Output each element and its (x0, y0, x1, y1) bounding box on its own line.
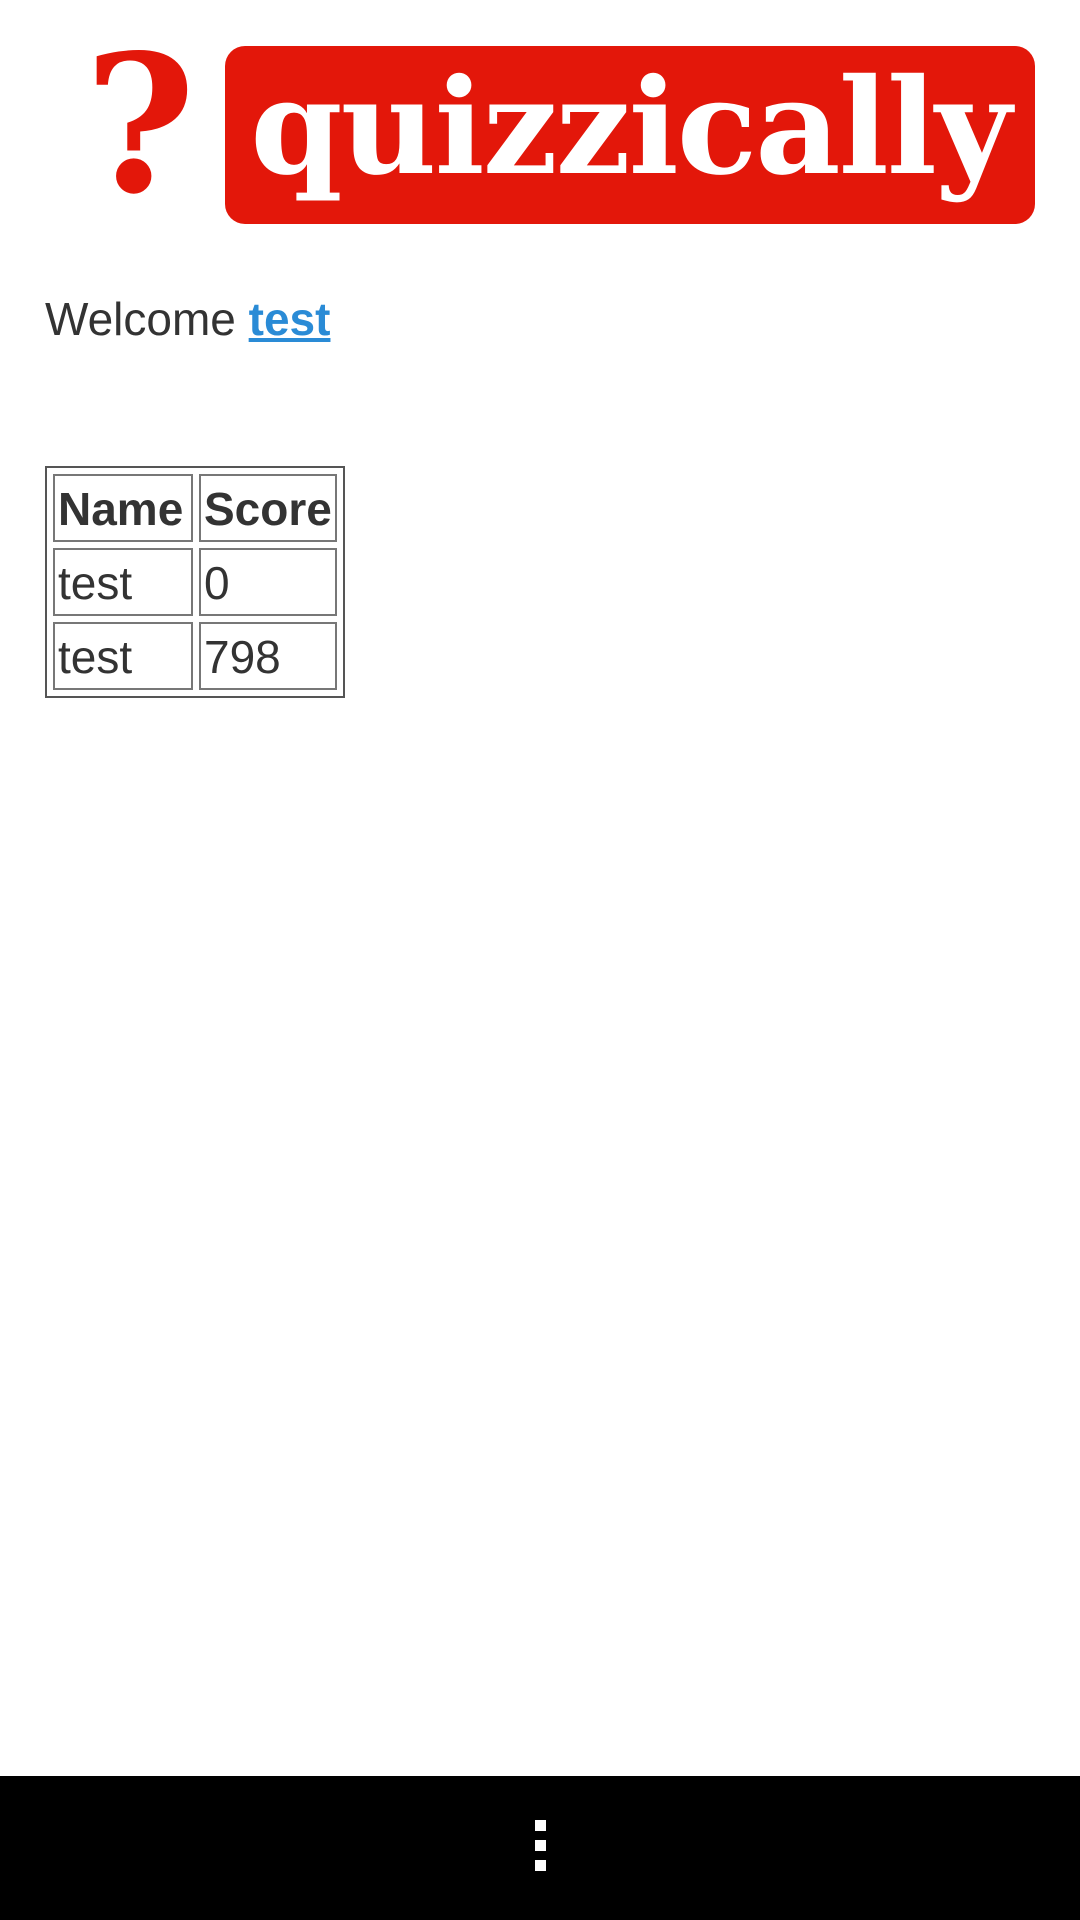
header: ? quizzically (0, 0, 1080, 240)
score-cell: 798 (199, 622, 337, 690)
app-page: ? quizzically Welcome test Name Score te… (0, 0, 1080, 1920)
welcome-message: Welcome test (45, 292, 330, 346)
question-mark-logo-icon: ? (84, 13, 196, 236)
table-row: test 0 (53, 548, 337, 616)
system-navigation-bar (0, 1776, 1080, 1920)
logo-text: quizzically (250, 50, 1011, 205)
menu-dot (534, 1860, 546, 1871)
column-header-score: Score (199, 474, 337, 542)
menu-dot (534, 1820, 546, 1831)
score-cell: 0 (199, 548, 337, 616)
menu-dot (534, 1840, 546, 1851)
name-cell: test (53, 548, 193, 616)
table-header-row: Name Score (53, 474, 337, 542)
welcome-prefix: Welcome (45, 293, 236, 345)
logo-banner: quizzically (225, 46, 1035, 224)
username-link[interactable]: test (249, 293, 331, 345)
table-row: test 798 (53, 622, 337, 690)
scores-table: Name Score test 0 test 798 (45, 466, 345, 698)
column-header-name: Name (53, 474, 193, 542)
overflow-menu-icon[interactable] (532, 1820, 548, 1880)
name-cell: test (53, 622, 193, 690)
